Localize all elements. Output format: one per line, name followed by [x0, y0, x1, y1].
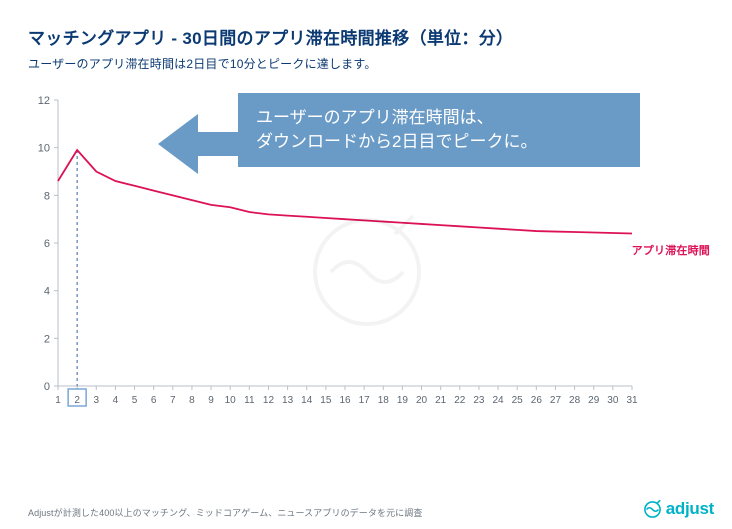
svg-text:12: 12 — [38, 95, 50, 107]
svg-text:18: 18 — [378, 395, 390, 406]
svg-text:6: 6 — [151, 395, 157, 406]
svg-text:13: 13 — [282, 395, 294, 406]
svg-text:26: 26 — [531, 395, 543, 406]
svg-text:9: 9 — [208, 395, 214, 406]
brand-logo: adjust — [643, 499, 714, 519]
footnote: Adjustが計測した400以上のマッチング、ミッドコアゲーム、ニュースアプリの… — [28, 506, 422, 519]
svg-text:17: 17 — [359, 395, 371, 406]
svg-text:4: 4 — [44, 286, 50, 298]
adjust-logo-icon — [643, 500, 662, 519]
svg-text:28: 28 — [569, 395, 581, 406]
svg-text:27: 27 — [550, 395, 562, 406]
callout-line-1: ユーザーのアプリ滞在時間は、 — [256, 106, 537, 130]
callout-arrow-icon — [158, 100, 248, 180]
svg-text:10: 10 — [225, 395, 237, 406]
svg-text:21: 21 — [435, 395, 447, 406]
brand-text: adjust — [666, 499, 714, 519]
svg-text:1: 1 — [55, 395, 61, 406]
chart-title: マッチングアプリ - 30日間のアプリ滞在時間推移（単位：分） — [28, 24, 704, 49]
svg-text:10: 10 — [38, 143, 50, 155]
callout-box: ユーザーのアプリ滞在時間は、 ダウンロードから2日目でピークに。 — [238, 93, 640, 167]
svg-text:16: 16 — [339, 395, 351, 406]
svg-text:19: 19 — [397, 395, 409, 406]
svg-text:6: 6 — [44, 238, 50, 250]
svg-text:23: 23 — [473, 395, 485, 406]
svg-text:29: 29 — [588, 395, 600, 406]
svg-text:2: 2 — [74, 395, 80, 406]
chart-area: 0246810121234567891011121314151617181920… — [30, 90, 704, 420]
svg-text:5: 5 — [132, 395, 138, 406]
series-label: アプリ滞在時間 — [632, 242, 710, 258]
svg-text:15: 15 — [320, 395, 332, 406]
svg-text:30: 30 — [607, 395, 619, 406]
svg-text:11: 11 — [244, 395, 255, 406]
svg-text:20: 20 — [416, 395, 428, 406]
svg-text:12: 12 — [263, 395, 275, 406]
svg-text:22: 22 — [454, 395, 466, 406]
svg-text:3: 3 — [93, 395, 99, 406]
svg-text:0: 0 — [44, 381, 50, 393]
svg-text:25: 25 — [512, 395, 524, 406]
chart-subtitle: ユーザーのアプリ滞在時間は2日目で10分とピークに達します。 — [28, 55, 704, 72]
callout-line-2: ダウンロードから2日目でピークに。 — [256, 130, 537, 154]
svg-text:2: 2 — [44, 333, 50, 345]
svg-text:7: 7 — [170, 395, 176, 406]
svg-text:8: 8 — [189, 395, 195, 406]
svg-text:8: 8 — [44, 190, 50, 202]
svg-text:24: 24 — [493, 395, 505, 406]
svg-text:4: 4 — [113, 395, 119, 406]
svg-text:14: 14 — [301, 395, 313, 406]
svg-text:31: 31 — [626, 395, 638, 406]
